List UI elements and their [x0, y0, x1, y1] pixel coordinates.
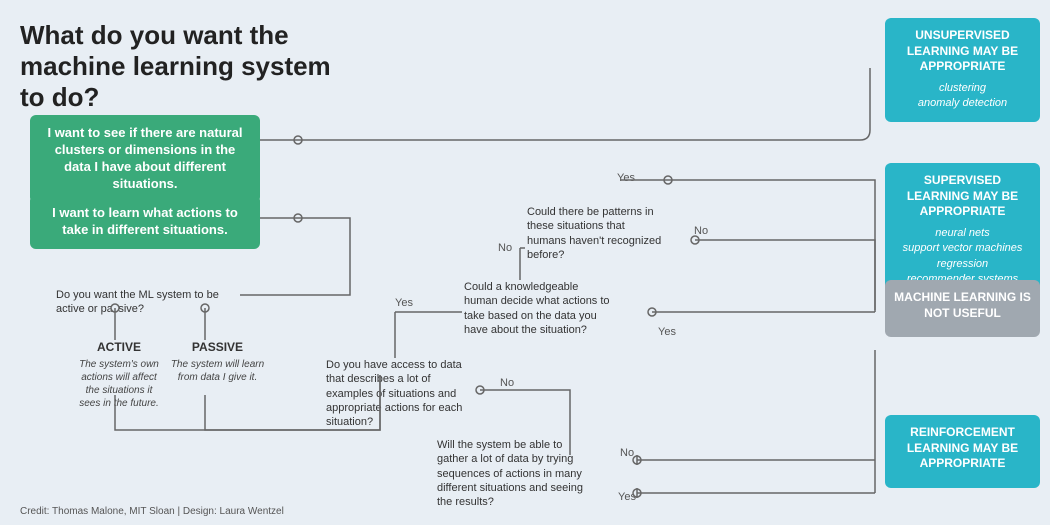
outcome-not-useful: MACHINE LEARNING IS NOT USEFUL: [885, 280, 1040, 337]
credit-text: Credit: Thomas Malone, MIT Sloan | Desig…: [20, 506, 284, 517]
decision-patterns: Could there be patterns in these situati…: [527, 205, 667, 262]
outcome-unsupervised-desc: clusteringanomaly detection: [893, 81, 1032, 112]
decision-active-passive: Do you want the ML system to be active o…: [56, 288, 226, 317]
outcome-unsupervised: UNSUPERVISED LEARNING MAY BE APPROPRIATE…: [885, 18, 1040, 122]
yn-yes-2: Yes: [395, 297, 413, 309]
active-desc: The system's own actions will affect the…: [74, 358, 164, 410]
outcome-reinforcement-title: REINFORCEMENT LEARNING MAY BE APPROPRIAT…: [893, 425, 1032, 472]
outcome-unsupervised-title: UNSUPERVISED LEARNING MAY BE APPROPRIATE: [893, 28, 1032, 75]
yn-yes-1: Yes: [617, 172, 635, 184]
yn-yes-4: Yes: [618, 491, 636, 503]
decision-data-access: Do you have access to data that describe…: [326, 358, 474, 429]
active-title: ACTIVE: [74, 340, 164, 354]
start-box-clusters: I want to see if there are natural clust…: [30, 115, 260, 203]
passive-title: PASSIVE: [170, 340, 265, 354]
outcome-reinforcement: REINFORCEMENT LEARNING MAY BE APPROPRIAT…: [885, 415, 1040, 488]
yn-no-3: No: [500, 377, 514, 389]
start-box-actions: I want to learn what actions to take in …: [30, 195, 260, 249]
outcome-supervised-title: SUPERVISED LEARNING MAY BE APPROPRIATE: [893, 173, 1032, 220]
yn-no-4: No: [620, 447, 634, 459]
outcome-supervised: SUPERVISED LEARNING MAY BE APPROPRIATE n…: [885, 163, 1040, 297]
decision-gather-data: Will the system be able to gather a lot …: [437, 438, 585, 509]
yn-yes-3: Yes: [658, 326, 676, 338]
page-title: What do you want the machine learning sy…: [20, 20, 340, 114]
yn-no-1: No: [498, 242, 512, 254]
passive-desc: The system will learn from data I give i…: [170, 358, 265, 384]
decision-human-decide: Could a knowledgeable human decide what …: [464, 280, 614, 337]
active-branch: ACTIVE The system's own actions will aff…: [74, 340, 164, 410]
yn-no-2: No: [694, 225, 708, 237]
outcome-supervised-desc: neural netssupport vector machinesregres…: [893, 226, 1032, 288]
outcome-not-useful-title: MACHINE LEARNING IS NOT USEFUL: [893, 290, 1032, 321]
passive-branch: PASSIVE The system will learn from data …: [170, 340, 265, 384]
